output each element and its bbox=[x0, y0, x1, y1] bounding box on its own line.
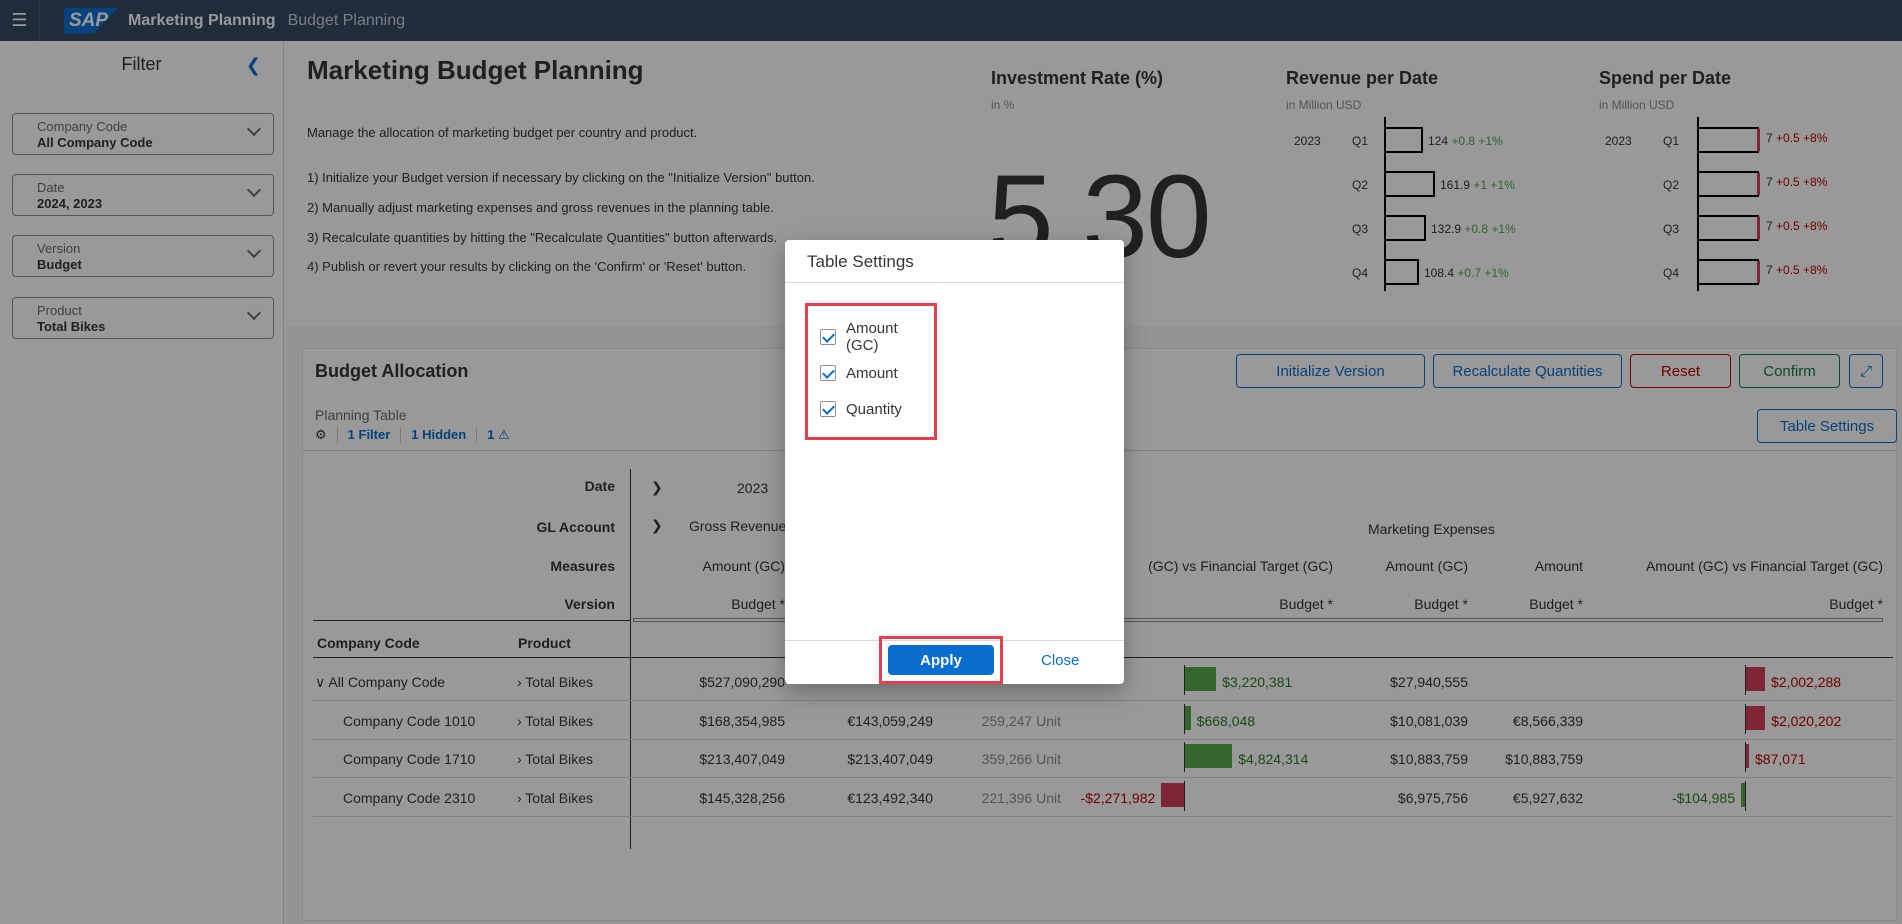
option-label: Amount (GC) bbox=[845, 320, 898, 354]
option-label: Amount bbox=[846, 364, 898, 382]
close-button[interactable]: Close bbox=[1041, 652, 1079, 669]
checkbox-checked-icon[interactable] bbox=[820, 401, 836, 417]
apply-highlight: Apply bbox=[879, 636, 1003, 684]
option-quantity[interactable]: Quantity bbox=[808, 391, 934, 427]
checkbox-checked-icon[interactable] bbox=[820, 329, 836, 345]
option-label: Quantity bbox=[846, 400, 902, 418]
dialog-footer: Apply Close bbox=[785, 636, 1124, 684]
checkbox-checked-icon[interactable] bbox=[820, 365, 836, 381]
option-amount-gc[interactable]: Amount (GC) bbox=[808, 319, 934, 355]
option-amount[interactable]: Amount bbox=[808, 355, 934, 391]
dialog-title: Table Settings bbox=[785, 240, 1124, 283]
table-settings-dialog: Table Settings Amount (GC) Amount Quanti… bbox=[785, 240, 1124, 684]
apply-button[interactable]: Apply bbox=[888, 645, 994, 675]
column-options-group: Amount (GC) Amount Quantity bbox=[805, 303, 937, 440]
